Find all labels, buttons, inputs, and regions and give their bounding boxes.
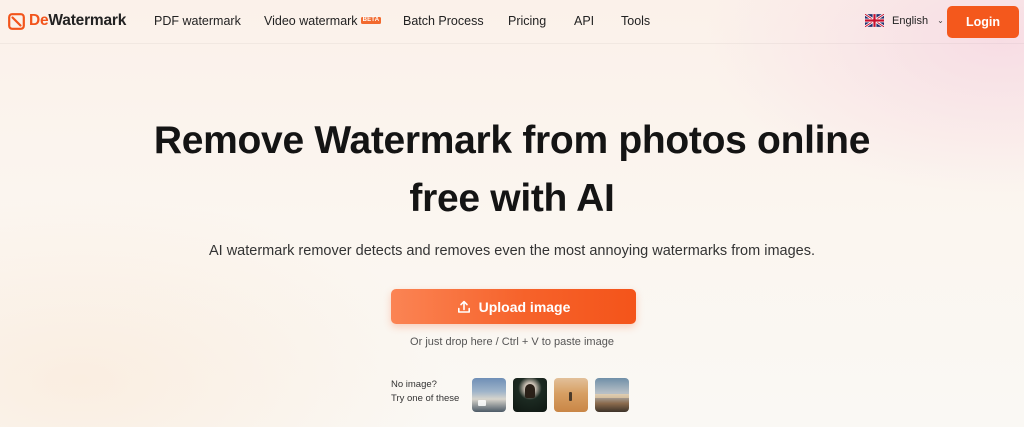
title-line-1: Remove Watermark from photos online [153, 119, 871, 162]
chevron-down-icon: ⌄ [937, 16, 944, 25]
hero-subtitle: AI watermark remover detects and removes… [208, 243, 816, 259]
dewatermark-logo-icon [8, 12, 25, 30]
nav-pdf-watermark[interactable]: PDF watermark [154, 14, 241, 28]
sample-image-3[interactable] [554, 378, 588, 412]
language-label: English [892, 14, 929, 27]
upload-icon [457, 300, 470, 313]
nav-pricing[interactable]: Pricing [508, 14, 546, 28]
sample-images-label: No image? Try one of these [391, 378, 459, 406]
beta-badge: BETA [360, 17, 382, 24]
samples-label-line-1: No image? [391, 379, 437, 390]
nav-batch-process[interactable]: Batch Process [403, 14, 484, 28]
nav-tools[interactable]: Tools [621, 14, 650, 28]
samples-label-line-2: Try one of these [391, 393, 460, 404]
upload-image-button[interactable]: Upload image [391, 289, 636, 324]
language-selector[interactable]: English ⌄ [865, 14, 944, 27]
sample-image-4[interactable] [595, 378, 629, 412]
hero-section: Remove Watermark from photos online free… [0, 112, 1024, 228]
drop-hint: Or just drop here / Ctrl + V to paste im… [410, 336, 614, 348]
nav-video-watermark[interactable]: Video watermark BETA [264, 14, 382, 28]
upload-button-label: Upload image [478, 298, 571, 315]
sample-image-2[interactable] [513, 378, 547, 412]
top-navigation: DeWatermark PDF watermark Video watermar… [0, 0, 1024, 44]
nav-api[interactable]: API [574, 14, 594, 28]
login-button[interactable]: Login [947, 6, 1019, 38]
brand-logo[interactable]: DeWatermark [8, 11, 126, 31]
sample-image-1[interactable] [472, 378, 506, 412]
brand-name: DeWatermark [29, 12, 127, 29]
page-title: Remove Watermark from photos online free… [0, 112, 1024, 228]
uk-flag-icon [865, 14, 884, 27]
title-line-2: free with AI [409, 177, 615, 220]
